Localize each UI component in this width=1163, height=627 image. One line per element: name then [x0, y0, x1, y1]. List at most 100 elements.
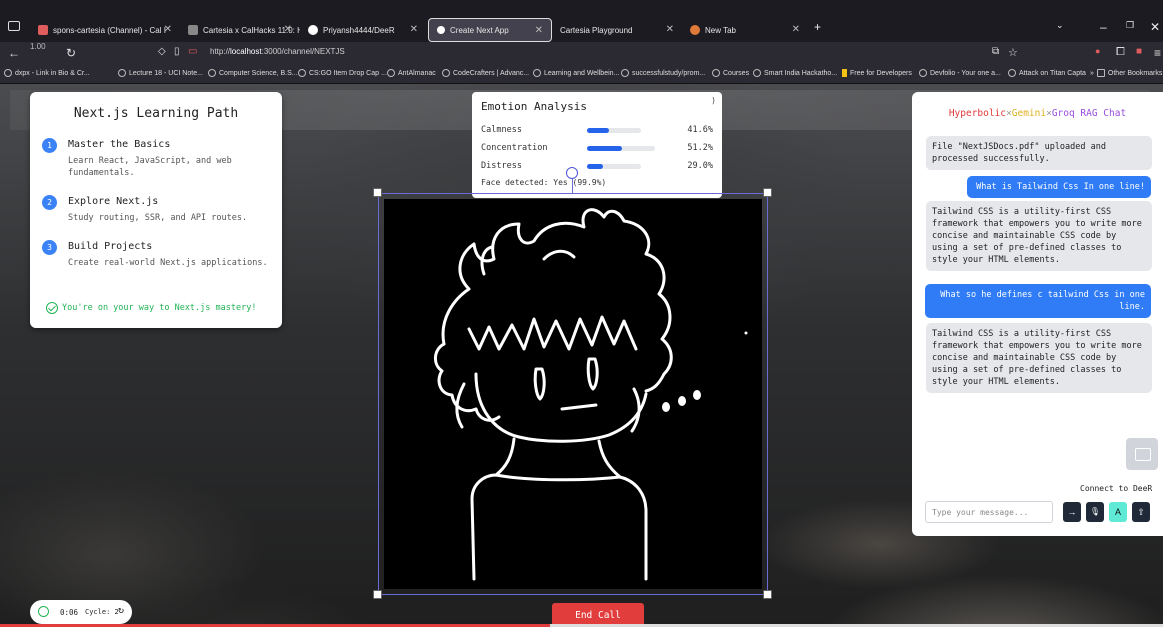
tab-overview-icon[interactable]	[8, 21, 20, 31]
navigation-bar: ← 1.00 ↻ ◇ ▯ ▭ http://localhost:3000/cha…	[0, 42, 1163, 66]
emotion-bar	[587, 128, 641, 133]
text-mode-icon[interactable]: A	[1109, 502, 1127, 522]
bookmarks-bar: dxpx - Link in Bio & Cr... Lecture 18 - …	[0, 66, 1163, 84]
upload-icon[interactable]: ⇧	[1132, 502, 1150, 522]
chat-message-bot: Tailwind CSS is a utility-first CSS fram…	[926, 201, 1152, 271]
chat-title: Hyperbolic×Gemini×Groq RAG Chat	[948, 108, 1127, 119]
step-number-badge: 2	[42, 195, 57, 210]
emotion-label: Distress	[481, 161, 522, 171]
emotion-row: Calmness 41.6%	[481, 125, 713, 139]
bookmark-item[interactable]: dxpx - Link in Bio & Cr...	[4, 69, 90, 77]
send-arrow-icon[interactable]: →	[1063, 502, 1081, 522]
tab-favicon-icon	[188, 25, 198, 35]
reset-cycle-icon[interactable]: ↻	[118, 605, 124, 616]
step-number-badge: 1	[42, 138, 57, 153]
emotion-corner-text: )	[711, 96, 716, 105]
emotion-value: 29.0%	[687, 161, 713, 171]
bookmark-item[interactable]: » Other Bookmarks	[1090, 69, 1162, 77]
emotion-analysis-card: Emotion Analysis ) Calmness 41.6% Concen…	[472, 92, 722, 198]
browser-tab-bar: spons-cartesia (Channel) - Cal I ✕ Carte…	[0, 0, 1163, 42]
bookmark-item[interactable]: CS:GO Item Drop Cap ...	[298, 69, 387, 77]
close-icon[interactable]: ✕	[164, 24, 172, 35]
extensions-puzzle-icon[interactable]: ⧠	[1116, 46, 1125, 59]
cycle-count: Cycle: 2	[85, 608, 119, 616]
translate-icon[interactable]: ⧉	[992, 46, 999, 57]
bookmark-item[interactable]: Free for Developers	[842, 69, 912, 77]
chat-message-input[interactable]	[925, 501, 1053, 523]
menu-icon[interactable]: ≡	[1154, 46, 1161, 60]
shield-icon[interactable]: ◇	[158, 46, 166, 57]
bookmark-item[interactable]: Devfolio - Your one a...	[919, 69, 1001, 77]
close-icon[interactable]: ✕	[410, 24, 418, 35]
page-icon[interactable]: ▯	[174, 46, 180, 57]
rag-chat-panel: Hyperbolic×Gemini×Groq RAG Chat File "Ne…	[912, 92, 1163, 536]
close-icon[interactable]: ✕	[535, 25, 543, 36]
rotate-connector	[572, 179, 573, 193]
close-icon[interactable]: ✕	[284, 24, 292, 35]
learning-path-footer: You're on your way to Next.js mastery!	[46, 302, 256, 314]
url-field[interactable]: http://localhost:3000/channel/NEXTJS	[210, 47, 345, 56]
drawing-selection-frame[interactable]	[378, 193, 768, 595]
close-icon[interactable]: ✕	[792, 24, 800, 35]
bookmark-star-icon[interactable]: ☆	[1008, 46, 1018, 59]
camera-sharing-icon[interactable]: ▭	[188, 46, 197, 57]
tab-new-tab[interactable]: New Tab ✕	[682, 18, 808, 42]
emotion-value: 51.2%	[687, 143, 713, 153]
emotion-row: Concentration 51.2%	[481, 143, 713, 157]
resize-handle[interactable]	[763, 590, 772, 599]
back-arrow-icon[interactable]: ←	[8, 46, 20, 60]
next-favicon-icon	[437, 26, 445, 34]
resize-handle[interactable]	[373, 188, 382, 197]
resize-handle[interactable]	[763, 188, 772, 197]
microphone-icon[interactable]: 🎙	[1086, 502, 1104, 522]
call-time: 0:06	[60, 608, 79, 617]
emotion-label: Calmness	[481, 125, 522, 135]
bookmark-item[interactable]: Courses	[712, 69, 749, 77]
tab-label: New Tab	[705, 25, 736, 35]
bookmark-item[interactable]: Lecture 18 - UCI Note...	[118, 69, 203, 77]
extension-icon[interactable]: ●	[1095, 46, 1100, 56]
tab-cartesia-playground[interactable]: Cartesia Playground ✕	[552, 18, 682, 42]
restore-icon[interactable]: ❐	[1126, 20, 1134, 31]
tab-cartesia-calhacks[interactable]: Cartesia x CalHacks 11.0: Hacke ✕	[180, 18, 300, 42]
step-title: Explore Next.js	[68, 196, 159, 207]
tab-label: spons-cartesia (Channel) - Cal I	[53, 25, 166, 35]
chat-message-bot: Tailwind CSS is a utility-first CSS fram…	[926, 323, 1152, 393]
resize-handle[interactable]	[373, 590, 382, 599]
reload-icon[interactable]: ↻	[66, 46, 76, 60]
emotion-title: Emotion Analysis	[481, 100, 587, 113]
emotion-bar-fill	[587, 146, 622, 151]
tab-favicon-icon	[38, 25, 48, 35]
zoom-level: 1.00	[30, 42, 46, 51]
drawing-canvas[interactable]	[384, 199, 762, 589]
bookmark-item[interactable]: Computer Science, B.S...	[208, 69, 298, 77]
step-description: Create real-world Next.js applications.	[68, 258, 268, 268]
emotion-value: 41.6%	[687, 125, 713, 135]
ublock-icon[interactable]: ■	[1136, 46, 1142, 57]
bookmark-item[interactable]: AntAlmanac	[387, 69, 436, 77]
image-upload-icon[interactable]	[1126, 438, 1158, 470]
rotate-handle[interactable]	[566, 167, 578, 179]
close-icon[interactable]: ✕	[666, 24, 674, 35]
tab-cal[interactable]: spons-cartesia (Channel) - Cal I ✕	[30, 18, 180, 42]
bookmark-item[interactable]: CodeCrafters | Advanc...	[442, 69, 529, 77]
character-sketch	[434, 208, 748, 581]
chat-message-bot: File "NextJSDocs.pdf" uploaded and proce…	[926, 136, 1152, 170]
bookmark-item[interactable]: successfulstudy/prom...	[621, 69, 705, 77]
bookmark-item[interactable]: Attack on Titan Capta	[1008, 69, 1086, 77]
emotion-bar-fill	[587, 128, 610, 133]
minimize-icon[interactable]: –	[1100, 20, 1107, 34]
step-title: Build Projects	[68, 241, 153, 252]
call-timer-pill: 0:06 Cycle: 2 ↻	[30, 600, 132, 624]
emotion-bar-fill	[587, 164, 603, 169]
chat-message-user: What is Tailwind Css In one line!	[967, 176, 1151, 198]
step-description: Study routing, SSR, and API routes.	[68, 213, 248, 223]
tab-label: Cartesia Playground	[560, 25, 633, 35]
tab-github[interactable]: Priyansh4444/DeeR ✕	[300, 18, 426, 42]
bookmark-item[interactable]: Learning and Wellbein...	[533, 69, 619, 77]
tab-list-chevron-icon[interactable]: ⌄	[1056, 20, 1064, 31]
window-close-icon[interactable]: ✕	[1150, 20, 1160, 34]
new-tab-plus-icon[interactable]: +	[814, 20, 821, 34]
tab-create-next-app[interactable]: Create Next App ✕	[428, 18, 552, 42]
bookmark-item[interactable]: Smart India Hackatho...	[753, 69, 837, 77]
